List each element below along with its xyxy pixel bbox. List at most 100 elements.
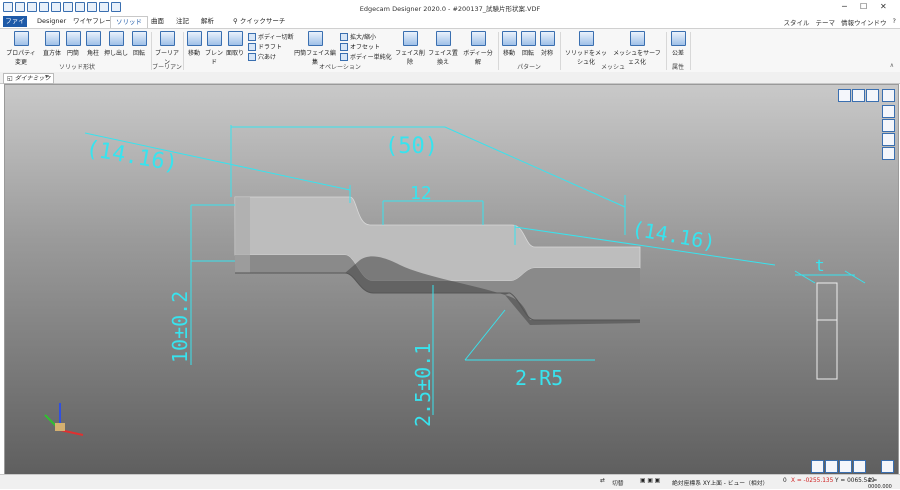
quick-search-label: クイックサーチ [239, 17, 286, 25]
view-front-icon[interactable] [882, 105, 895, 118]
tab-file[interactable]: ファイル [3, 16, 27, 36]
tab-menu-icon[interactable]: ▾ [45, 73, 48, 80]
view-icon: ◱ [7, 75, 13, 82]
revolve-icon [131, 31, 147, 46]
tolerance-button[interactable]: 公差 [669, 31, 687, 57]
view-iso3-icon[interactable] [839, 460, 852, 473]
draft-button[interactable]: ドラフト [248, 42, 282, 51]
tab-designer[interactable]: Designer [32, 16, 71, 27]
blend-button[interactable]: ブレンド [204, 31, 224, 66]
info-window-menu[interactable]: 情報ウインドウ [841, 17, 887, 27]
graphics-viewport[interactable]: (14.16) (50) 12 (14.16) 10±0.2 2.5±0.1 2… [4, 84, 899, 475]
group-attribute: 属性 [671, 64, 684, 71]
group-pattern: パターン [517, 64, 541, 71]
body-simplify-label: ボディー単純化 [350, 54, 392, 61]
cylinder-label: 円筒 [66, 50, 79, 57]
body-split-button[interactable]: ボディー分解 [461, 31, 495, 66]
face-replace-button[interactable]: フェイス置換え [426, 31, 460, 66]
property-change-button[interactable]: プロパティ変更 [4, 31, 38, 66]
offset-button[interactable]: オフセット [340, 42, 380, 51]
group-mesh: メッシュ [600, 64, 625, 71]
view-iso4-icon[interactable] [853, 460, 866, 473]
pattern-rotate-button[interactable]: 回転 [520, 31, 536, 57]
maximize-button[interactable]: ☐ [860, 2, 867, 11]
offset-label: オフセット [350, 44, 381, 51]
tab-surface[interactable]: 曲面 [146, 16, 169, 27]
graduation-cap-icon[interactable] [838, 89, 851, 102]
pattern-mirror-button[interactable]: 対称 [539, 31, 555, 57]
close-button[interactable]: ✕ [880, 2, 887, 11]
document-tab-bar: ◱ ダイナミック ▾ [0, 72, 900, 84]
blend-icon [206, 31, 222, 46]
help-icon[interactable]: ? [893, 17, 896, 27]
box-button[interactable]: 直方体 [42, 31, 62, 57]
cyl-face-edit-button[interactable]: 円筒フェイス編集 [292, 31, 338, 66]
view-iso2-icon[interactable] [825, 460, 838, 473]
face-replace-icon [435, 31, 451, 46]
snap-icon[interactable] [881, 460, 894, 473]
status-bar: ⇄ 切替 ▣ ▣ ▣ 絶対座標系 XY上面 - ビュー（相対） 0 X = -0… [0, 474, 900, 490]
face-delete-icon [402, 31, 418, 46]
ribbon-collapse-icon[interactable]: ∧ [890, 62, 894, 69]
solid-to-mesh-button[interactable]: ソリッドをメッシュ化 [563, 31, 609, 66]
extrude-icon [108, 31, 124, 46]
prism-button[interactable]: 角柱 [84, 31, 102, 57]
dim-right-length: (14.16) [630, 216, 717, 254]
menu-icon[interactable] [882, 89, 895, 102]
hole-label: 穴あけ [258, 54, 277, 61]
offset-icon [340, 42, 348, 51]
hole-icon [248, 52, 256, 61]
draft-icon [248, 42, 256, 51]
view-iso-icon[interactable] [811, 460, 824, 473]
hole-button[interactable]: 穴あけ [248, 52, 276, 61]
pattern-move-label: 移動 [502, 50, 515, 57]
pattern-move-button[interactable]: 移動 [501, 31, 517, 57]
move-label: 移動 [187, 50, 200, 57]
dim-t-label: t [815, 256, 825, 275]
status-coord-system[interactable]: 絶対座標系 XY上面 - ビュー（相対） [672, 478, 768, 487]
pattern-rotate-icon [520, 31, 536, 46]
axis-triad [44, 403, 84, 436]
minimize-button[interactable]: ─ [842, 2, 847, 11]
pattern-mirror-icon [539, 31, 555, 46]
status-cut-icon[interactable]: ⇄ [600, 478, 605, 484]
box-icon [44, 31, 60, 46]
tab-annotation[interactable]: 注記 [171, 16, 194, 27]
status-cut-label[interactable]: 切替 [612, 478, 624, 487]
mesh-to-surface-button[interactable]: メッシュをサーフェス化 [611, 31, 663, 66]
tab-solid[interactable]: ソリッド [110, 16, 148, 28]
chamfer-button[interactable]: 面取り [226, 31, 244, 57]
thickness-side-view [816, 282, 838, 380]
mesh-to-surface-icon [629, 31, 645, 46]
group-solid-shape: ソリッド形状 [58, 64, 95, 71]
tab-analysis[interactable]: 解析 [196, 16, 219, 27]
style-menu[interactable]: スタイル [784, 17, 810, 27]
tolerance-label: 公差 [671, 50, 684, 57]
render-mode-icon[interactable] [852, 89, 865, 102]
lightbulb-icon: ⚲ [233, 17, 238, 25]
view-grid-icon[interactable] [882, 119, 895, 132]
fit-view-icon[interactable] [866, 89, 879, 102]
cylinder-button[interactable]: 円筒 [64, 31, 82, 57]
eye-icon[interactable] [882, 147, 895, 160]
quick-search[interactable]: ⚲ クイックサーチ [228, 16, 290, 27]
boolean-button[interactable]: ブーリアン [154, 31, 180, 66]
extrude-button[interactable]: 押し出し [104, 31, 128, 57]
face-delete-button[interactable]: フェイス削除 [394, 31, 426, 66]
body-cut-button[interactable]: ボディー切断 [248, 32, 294, 41]
view-rotate-icon[interactable] [882, 133, 895, 146]
dim-total-length: (50) [385, 134, 438, 159]
cyl-face-edit-icon [307, 31, 323, 46]
theme-menu[interactable]: テーマ [816, 17, 836, 27]
chamfer-label: 面取り [226, 50, 245, 57]
scale-button[interactable]: 拡大/縮小 [340, 32, 376, 41]
revolve-button[interactable]: 回転 [130, 31, 148, 57]
body-split-icon [470, 31, 486, 46]
move-button[interactable]: 移動 [186, 31, 202, 57]
revolve-label: 回転 [132, 50, 145, 57]
dim-left-length: (14.16) [84, 136, 180, 177]
pattern-mirror-label: 対称 [540, 50, 553, 57]
ribbon-right-menu: スタイル テーマ 情報ウインドウ ? [784, 17, 896, 27]
body-simplify-button[interactable]: ボディー単純化 [340, 52, 392, 61]
chamfer-icon [227, 31, 243, 46]
